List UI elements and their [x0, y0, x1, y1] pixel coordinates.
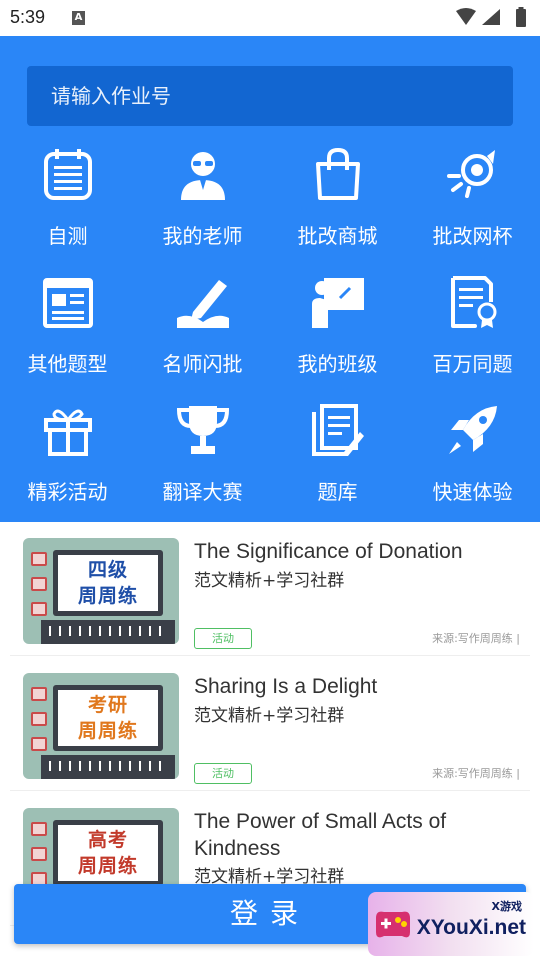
menu-label: 题库 — [317, 480, 358, 504]
award-icon — [447, 150, 495, 198]
menu-my-teacher[interactable]: 我的老师 — [135, 140, 270, 260]
status-icons — [456, 7, 526, 27]
homework-number-input[interactable] — [27, 66, 513, 126]
menu-other-types[interactable]: 其他题型 — [0, 268, 135, 388]
menu-famous-teacher[interactable]: 名师闪批 — [135, 268, 270, 388]
menu-million-same[interactable]: 百万同题 — [405, 268, 540, 388]
menu-label: 百万同题 — [432, 352, 513, 376]
thumb-text-line1: 高考 — [87, 829, 128, 851]
classroom-icon — [312, 278, 364, 328]
article-source: 来源:写作周周练 | — [432, 767, 520, 780]
shopping-bag-icon — [316, 147, 360, 200]
article-thumbnail: 四级 周周练 — [23, 538, 179, 644]
menu-label: 我的班级 — [297, 352, 378, 376]
article-card[interactable]: 四级 周周练 The Significance of Donation 范文精析… — [10, 522, 530, 656]
notification-icon: A — [72, 11, 85, 25]
rocket-icon — [449, 406, 497, 454]
article-subtitle: 范文精析+学习社群 — [194, 706, 345, 726]
gamepad-icon — [376, 911, 410, 938]
menu-quick-experience[interactable]: 快速体验 — [405, 396, 540, 516]
thumb-text-line1: 四级 — [87, 559, 128, 581]
menu-label: 自测 — [47, 224, 88, 248]
status-time: 5:39 — [10, 7, 46, 27]
notebook-icon — [44, 149, 92, 200]
trophy-icon — [176, 406, 230, 454]
menu-label: 批改网杯 — [432, 224, 513, 248]
menu-label: 翻译大赛 — [162, 480, 243, 504]
teacher-icon — [181, 152, 225, 200]
activity-tag: 活动 — [194, 763, 252, 784]
article-subtitle: 范文精析+学习社群 — [194, 571, 345, 591]
thumb-text-line2: 周周练 — [77, 855, 138, 877]
document-window-icon — [43, 278, 93, 328]
menu-label: 精彩活动 — [27, 480, 108, 504]
certificate-icon — [451, 276, 497, 328]
menu-translation-contest[interactable]: 翻译大赛 — [135, 396, 270, 516]
site-watermark: X游戏 XYouXi.net — [368, 892, 534, 956]
question-bank-icon — [312, 404, 364, 456]
menu-marking-cup[interactable]: 批改网杯 — [405, 140, 540, 260]
menu-label: 批改商城 — [297, 224, 378, 248]
thumb-text-line1: 考研 — [87, 694, 128, 716]
watermark-brand: XYouXi.net — [416, 916, 526, 939]
menu-label: 快速体验 — [432, 480, 513, 504]
menu-label: 名师闪批 — [162, 352, 243, 376]
article-source: 来源:写作周周练 | — [432, 632, 520, 645]
thumb-text-line2: 周周练 — [77, 720, 138, 742]
watermark-small: X游戏 — [491, 900, 522, 913]
signal-icon — [482, 9, 500, 25]
article-title: The Power of Small Acts of Kindness — [194, 810, 447, 860]
activity-tag: 活动 — [194, 628, 252, 649]
header-panel: 自测 我的老师 批改商城 批改网杯 — [0, 36, 540, 522]
battery-icon — [516, 9, 526, 27]
gift-icon — [44, 409, 92, 456]
menu-activities[interactable]: 精彩活动 — [0, 396, 135, 516]
menu-label: 其他题型 — [27, 352, 108, 376]
pencil-book-icon — [177, 280, 229, 328]
menu-label: 我的老师 — [162, 224, 243, 248]
menu-self-test[interactable]: 自测 — [0, 140, 135, 260]
wifi-icon — [456, 8, 476, 25]
menu-marking-mall[interactable]: 批改商城 — [270, 140, 405, 260]
menu-question-bank[interactable]: 题库 — [270, 396, 405, 516]
article-card[interactable]: 考研 周周练 Sharing Is a Delight 范文精析+学习社群 活动… — [10, 657, 530, 791]
article-title: Sharing Is a Delight — [194, 675, 378, 698]
article-title: The Significance of Donation — [194, 540, 463, 563]
thumb-text-line2: 周周练 — [77, 585, 138, 607]
article-thumbnail: 考研 周周练 — [23, 673, 179, 779]
status-bar: 5:39 A — [0, 0, 540, 36]
search-box — [27, 66, 513, 126]
menu-my-class[interactable]: 我的班级 — [270, 268, 405, 388]
